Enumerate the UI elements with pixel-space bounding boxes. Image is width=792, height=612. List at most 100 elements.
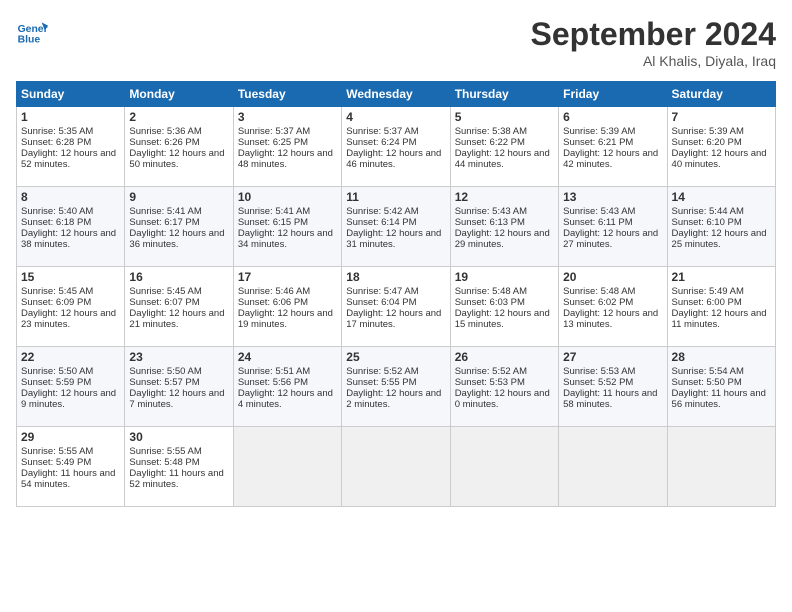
sunset: Sunset: 6:22 PM <box>455 137 525 148</box>
sunrise: Sunrise: 5:50 AM <box>21 366 93 377</box>
sunrise: Sunrise: 5:36 AM <box>129 126 201 137</box>
sunset: Sunset: 5:59 PM <box>21 377 91 388</box>
daylight: Daylight: 12 hours and 17 minutes. <box>346 308 441 330</box>
daylight: Daylight: 11 hours and 54 minutes. <box>21 468 115 490</box>
table-row: 20 Sunrise: 5:48 AM Sunset: 6:02 PM Dayl… <box>559 267 667 347</box>
table-row: 15 Sunrise: 5:45 AM Sunset: 6:09 PM Dayl… <box>17 267 125 347</box>
day-number: 20 <box>563 270 662 284</box>
sunrise: Sunrise: 5:44 AM <box>672 206 744 217</box>
empty-cell <box>667 427 775 507</box>
daylight: Daylight: 12 hours and 9 minutes. <box>21 388 116 410</box>
page-header: General Blue General Blue September 2024… <box>16 16 776 69</box>
sunrise: Sunrise: 5:47 AM <box>346 286 418 297</box>
day-number: 1 <box>21 110 120 124</box>
daylight: Daylight: 12 hours and 36 minutes. <box>129 228 224 250</box>
table-row: 6 Sunrise: 5:39 AM Sunset: 6:21 PM Dayli… <box>559 107 667 187</box>
day-number: 10 <box>238 190 337 204</box>
daylight: Daylight: 12 hours and 44 minutes. <box>455 148 550 170</box>
daylight: Daylight: 12 hours and 15 minutes. <box>455 308 550 330</box>
location: Al Khalis, Diyala, Iraq <box>531 53 776 69</box>
table-row: 19 Sunrise: 5:48 AM Sunset: 6:03 PM Dayl… <box>450 267 558 347</box>
empty-cell <box>233 427 341 507</box>
sunset: Sunset: 6:20 PM <box>672 137 742 148</box>
table-row: 24 Sunrise: 5:51 AM Sunset: 5:56 PM Dayl… <box>233 347 341 427</box>
col-tuesday: Tuesday <box>233 82 341 107</box>
day-number: 29 <box>21 430 120 444</box>
sunrise: Sunrise: 5:41 AM <box>129 206 201 217</box>
day-number: 26 <box>455 350 554 364</box>
daylight: Daylight: 12 hours and 40 minutes. <box>672 148 767 170</box>
table-row: 21 Sunrise: 5:49 AM Sunset: 6:00 PM Dayl… <box>667 267 775 347</box>
table-row: 9 Sunrise: 5:41 AM Sunset: 6:17 PM Dayli… <box>125 187 233 267</box>
col-sunday: Sunday <box>17 82 125 107</box>
daylight: Daylight: 12 hours and 29 minutes. <box>455 228 550 250</box>
day-number: 16 <box>129 270 228 284</box>
col-thursday: Thursday <box>450 82 558 107</box>
sunset: Sunset: 5:49 PM <box>21 457 91 468</box>
daylight: Daylight: 12 hours and 42 minutes. <box>563 148 658 170</box>
sunset: Sunset: 5:55 PM <box>346 377 416 388</box>
sunrise: Sunrise: 5:39 AM <box>672 126 744 137</box>
sunrise: Sunrise: 5:48 AM <box>455 286 527 297</box>
daylight: Daylight: 12 hours and 21 minutes. <box>129 308 224 330</box>
sunset: Sunset: 6:00 PM <box>672 297 742 308</box>
table-row: 30 Sunrise: 5:55 AM Sunset: 5:48 PM Dayl… <box>125 427 233 507</box>
sunrise: Sunrise: 5:46 AM <box>238 286 310 297</box>
table-row: 8 Sunrise: 5:40 AM Sunset: 6:18 PM Dayli… <box>17 187 125 267</box>
daylight: Daylight: 12 hours and 48 minutes. <box>238 148 333 170</box>
sunset: Sunset: 6:09 PM <box>21 297 91 308</box>
sunset: Sunset: 6:21 PM <box>563 137 633 148</box>
day-number: 6 <box>563 110 662 124</box>
sunrise: Sunrise: 5:52 AM <box>455 366 527 377</box>
sunrise: Sunrise: 5:43 AM <box>455 206 527 217</box>
day-number: 7 <box>672 110 771 124</box>
table-row: 29 Sunrise: 5:55 AM Sunset: 5:49 PM Dayl… <box>17 427 125 507</box>
sunset: Sunset: 5:53 PM <box>455 377 525 388</box>
sunrise: Sunrise: 5:42 AM <box>346 206 418 217</box>
day-number: 2 <box>129 110 228 124</box>
col-saturday: Saturday <box>667 82 775 107</box>
daylight: Daylight: 11 hours and 56 minutes. <box>672 388 766 410</box>
week-row: 22 Sunrise: 5:50 AM Sunset: 5:59 PM Dayl… <box>17 347 776 427</box>
day-number: 5 <box>455 110 554 124</box>
daylight: Daylight: 12 hours and 11 minutes. <box>672 308 767 330</box>
sunset: Sunset: 5:56 PM <box>238 377 308 388</box>
daylight: Daylight: 12 hours and 13 minutes. <box>563 308 658 330</box>
daylight: Daylight: 12 hours and 23 minutes. <box>21 308 116 330</box>
daylight: Daylight: 12 hours and 38 minutes. <box>21 228 116 250</box>
empty-cell <box>342 427 450 507</box>
sunrise: Sunrise: 5:39 AM <box>563 126 635 137</box>
sunset: Sunset: 6:11 PM <box>563 217 633 228</box>
sunset: Sunset: 6:14 PM <box>346 217 416 228</box>
sunset: Sunset: 6:15 PM <box>238 217 308 228</box>
day-number: 28 <box>672 350 771 364</box>
daylight: Daylight: 12 hours and 25 minutes. <box>672 228 767 250</box>
day-number: 3 <box>238 110 337 124</box>
day-number: 24 <box>238 350 337 364</box>
sunset: Sunset: 6:04 PM <box>346 297 416 308</box>
table-row: 28 Sunrise: 5:54 AM Sunset: 5:50 PM Dayl… <box>667 347 775 427</box>
daylight: Daylight: 12 hours and 0 minutes. <box>455 388 550 410</box>
sunset: Sunset: 6:10 PM <box>672 217 742 228</box>
header-row: Sunday Monday Tuesday Wednesday Thursday… <box>17 82 776 107</box>
sunset: Sunset: 5:52 PM <box>563 377 633 388</box>
daylight: Daylight: 12 hours and 27 minutes. <box>563 228 658 250</box>
sunset: Sunset: 6:03 PM <box>455 297 525 308</box>
week-row: 15 Sunrise: 5:45 AM Sunset: 6:09 PM Dayl… <box>17 267 776 347</box>
day-number: 17 <box>238 270 337 284</box>
table-row: 3 Sunrise: 5:37 AM Sunset: 6:25 PM Dayli… <box>233 107 341 187</box>
day-number: 23 <box>129 350 228 364</box>
sunrise: Sunrise: 5:43 AM <box>563 206 635 217</box>
table-row: 23 Sunrise: 5:50 AM Sunset: 5:57 PM Dayl… <box>125 347 233 427</box>
col-friday: Friday <box>559 82 667 107</box>
sunset: Sunset: 6:13 PM <box>455 217 525 228</box>
sunset: Sunset: 6:06 PM <box>238 297 308 308</box>
sunrise: Sunrise: 5:45 AM <box>21 286 93 297</box>
table-row: 25 Sunrise: 5:52 AM Sunset: 5:55 PM Dayl… <box>342 347 450 427</box>
table-row: 11 Sunrise: 5:42 AM Sunset: 6:14 PM Dayl… <box>342 187 450 267</box>
table-row: 27 Sunrise: 5:53 AM Sunset: 5:52 PM Dayl… <box>559 347 667 427</box>
daylight: Daylight: 12 hours and 4 minutes. <box>238 388 333 410</box>
daylight: Daylight: 11 hours and 58 minutes. <box>563 388 657 410</box>
sunrise: Sunrise: 5:37 AM <box>346 126 418 137</box>
table-row: 4 Sunrise: 5:37 AM Sunset: 6:24 PM Dayli… <box>342 107 450 187</box>
